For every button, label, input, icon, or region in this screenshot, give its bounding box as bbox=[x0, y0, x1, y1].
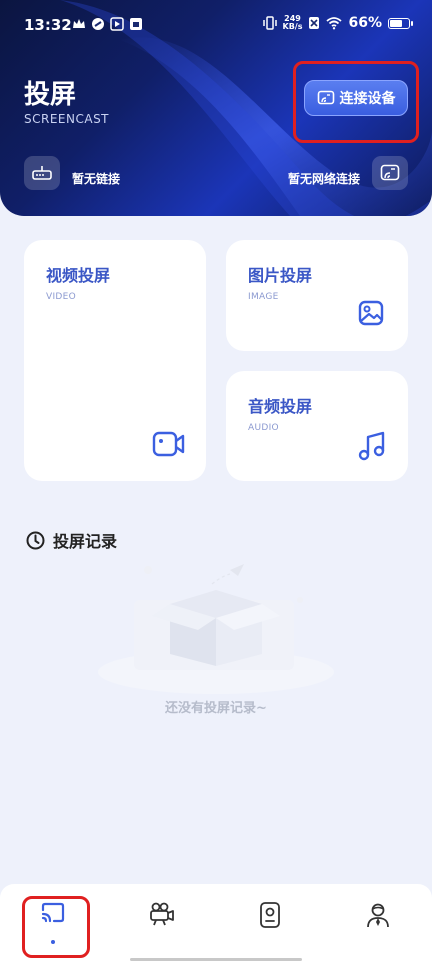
nav-cast[interactable] bbox=[31, 902, 75, 946]
nav-video[interactable] bbox=[140, 902, 184, 946]
active-dot bbox=[51, 940, 55, 944]
audio-cast-subtitle: AUDIO bbox=[248, 423, 279, 433]
network-speed: 249 KB/s bbox=[283, 15, 303, 31]
bottom-navigation bbox=[0, 884, 432, 964]
history-title: 投屏记录 bbox=[53, 532, 118, 551]
audio-cast-card[interactable]: 音频投屏 AUDIO bbox=[226, 371, 408, 481]
network-speed-unit: KB/s bbox=[282, 22, 303, 31]
page-subtitle: SCREENCAST bbox=[24, 112, 110, 126]
network-status-text: 暂无网络连接 bbox=[288, 172, 361, 186]
nav-profile[interactable] bbox=[356, 902, 400, 946]
nav-remote[interactable] bbox=[248, 902, 292, 946]
battery-percent: 66% bbox=[348, 15, 382, 31]
connect-device-button[interactable]: 连接设备 bbox=[304, 80, 408, 116]
router-status-chip bbox=[24, 156, 60, 190]
router-icon bbox=[32, 166, 52, 180]
link-status-text: 暂无链接 bbox=[72, 172, 121, 186]
video-camera-icon bbox=[150, 902, 174, 926]
image-icon bbox=[358, 300, 384, 326]
video-camera-icon bbox=[152, 431, 185, 457]
page-title: 投屏 bbox=[24, 80, 77, 110]
status-time: 13:32 bbox=[24, 16, 72, 34]
cast-network-icon bbox=[380, 164, 400, 181]
music-note-icon bbox=[358, 431, 385, 461]
video-cast-subtitle: VIDEO bbox=[46, 292, 77, 302]
store-icon bbox=[130, 18, 142, 30]
image-cast-title: 图片投屏 bbox=[248, 266, 313, 285]
vibrate-icon bbox=[262, 16, 277, 30]
battery-icon bbox=[388, 17, 413, 29]
user-profile-icon bbox=[367, 903, 389, 928]
cast-icon bbox=[41, 902, 65, 923]
sim-disabled-icon bbox=[309, 17, 320, 29]
status-notification-icons bbox=[72, 17, 143, 31]
header-banner: 13:32 249 KB/s 66% 投屏 SCREENCAST 连接设备 暂无… bbox=[0, 0, 432, 216]
image-cast-subtitle: IMAGE bbox=[248, 292, 279, 302]
wifi-icon bbox=[326, 17, 343, 30]
video-cast-title: 视频投屏 bbox=[46, 266, 111, 285]
crown-icon bbox=[73, 19, 85, 28]
audio-cast-title: 音频投屏 bbox=[248, 397, 313, 416]
clock-icon bbox=[26, 531, 45, 549]
status-system-icons: 249 KB/s 66% bbox=[262, 15, 413, 31]
home-indicator bbox=[130, 958, 302, 961]
app-circle-icon bbox=[92, 18, 104, 30]
connect-device-label: 连接设备 bbox=[339, 91, 396, 107]
video-cast-card[interactable]: 视频投屏 VIDEO bbox=[24, 240, 206, 481]
network-status-chip bbox=[372, 156, 408, 190]
remote-control-icon bbox=[260, 902, 280, 928]
play-icon bbox=[110, 17, 124, 31]
status-bar: 13:32 249 KB/s 66% bbox=[0, 0, 432, 52]
cast-screen-icon bbox=[317, 90, 334, 105]
empty-box-illustration bbox=[98, 564, 334, 694]
empty-history-text: 还没有投屏记录~ bbox=[165, 701, 267, 716]
image-cast-card[interactable]: 图片投屏 IMAGE bbox=[226, 240, 408, 351]
history-header: 投屏记录 bbox=[26, 528, 117, 552]
